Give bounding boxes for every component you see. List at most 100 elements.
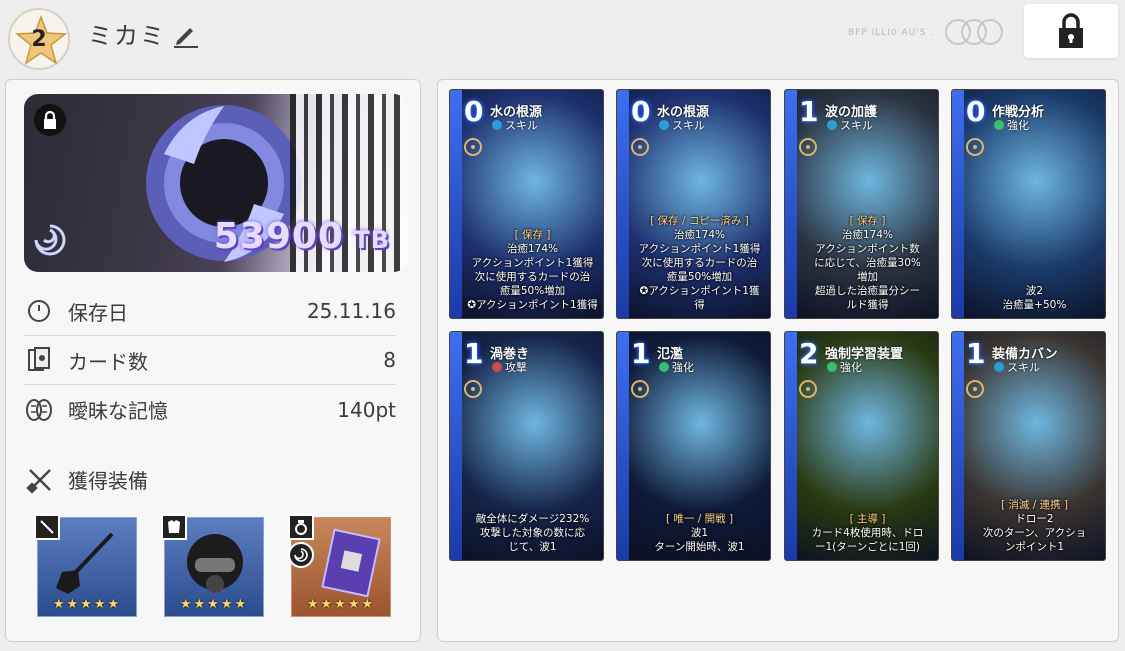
card-cost: 1 bbox=[631, 337, 651, 370]
lock-icon bbox=[1059, 13, 1083, 48]
stat-value: 140pt bbox=[337, 397, 396, 422]
card-effect-line: 治癒174% bbox=[673, 229, 726, 241]
equipment-slot-book[interactable]: ★★★★★ bbox=[288, 514, 391, 617]
edit-name-icon[interactable] bbox=[172, 20, 200, 48]
card-description: [ 主導 ] カード4枚使用時、ドロ ー1(ターンごとに1回) bbox=[797, 512, 938, 554]
deck-card[interactable]: 0 水の根源 スキル [ 保存 ] 治癒174% アクションポイント1獲得 次に使用… bbox=[449, 89, 604, 319]
card-description: [ 消滅 / 連携 ] ドロー2 次のターン、アクショ ンポイント1 bbox=[964, 498, 1105, 554]
card-effect-line: アクションポイント1獲得 bbox=[638, 243, 761, 255]
cost-bar bbox=[450, 332, 462, 560]
attack-icon bbox=[492, 362, 502, 372]
card-effect-line: ドロー2 bbox=[1015, 513, 1054, 525]
profile-banner: 53900 TB bbox=[24, 94, 408, 272]
card-keyword: [ 消滅 / 連携 ] bbox=[1000, 499, 1069, 511]
cost-bar bbox=[785, 90, 797, 318]
card-effect-line: 得 bbox=[694, 299, 705, 311]
target-icon bbox=[966, 138, 984, 156]
stat-label: 保存日 bbox=[68, 300, 128, 325]
card-effect-line: 敵全体にダメージ232% bbox=[475, 513, 590, 525]
card-description: 敵全体にダメージ232% 攻撃した対象の数に応 じて、波1 bbox=[462, 512, 603, 554]
stat-card-count: カード数 8 bbox=[24, 336, 396, 385]
lock-button[interactable] bbox=[1024, 4, 1118, 58]
deck-card[interactable]: 1 波の加護 スキル [ 保存 ] 治癒174% アクションポイント数 に応じて、治… bbox=[784, 89, 939, 319]
cost-bar bbox=[617, 332, 629, 560]
card-cost: 0 bbox=[631, 95, 651, 128]
card-description: 波2 治癒量+50% bbox=[964, 284, 1105, 312]
spiral-icon bbox=[34, 224, 66, 256]
skill-icon bbox=[827, 120, 837, 130]
shovel-icon bbox=[56, 532, 114, 594]
deck-card[interactable]: 0 水の根源 スキル [ 保存 / コピー済み ] 治癒174% アクションポイン… bbox=[616, 89, 771, 319]
stat-label: カード数 bbox=[68, 349, 148, 374]
equipment-heading: 獲得装備 bbox=[26, 465, 148, 494]
card-type: 強化 bbox=[994, 117, 1029, 133]
card-effect-line: 癒量50%増加 bbox=[499, 285, 566, 297]
deck-card[interactable]: 1 装備カバン スキル [ 消滅 / 連携 ] ドロー2 次のターン、アクショ ンポ… bbox=[951, 331, 1106, 561]
card-effect-line: 次のターン、アクショ bbox=[982, 527, 1087, 539]
card-effect-line: 次に使用するカードの治 bbox=[474, 271, 591, 283]
card-description: [ 保存 ] 治癒174% アクションポイント数 に応じて、治癒量30% 増加 超過した… bbox=[797, 214, 938, 312]
rings-icon bbox=[945, 19, 1003, 45]
card-effect-line: 治癒量+50% bbox=[1002, 299, 1067, 311]
equipment-title: 獲得装備 bbox=[68, 469, 148, 493]
target-icon bbox=[966, 380, 984, 398]
enhance-icon bbox=[994, 120, 1004, 130]
card-type: 強化 bbox=[659, 359, 694, 375]
stat-value: 8 bbox=[383, 348, 396, 372]
deck-card[interactable]: 1 渦巻き 攻撃 敵全体にダメージ232% 攻撃した対象の数に応 じて、波1 bbox=[449, 331, 604, 561]
card-effect-line: 次に使用するカードの治 bbox=[641, 257, 758, 269]
banner-lock-icon[interactable] bbox=[34, 104, 66, 136]
card-description: [ 唯一 / 開戦 ] 波1 ターン開始時、波1 bbox=[629, 512, 770, 554]
card-cost: 1 bbox=[966, 337, 986, 370]
enhance-icon bbox=[659, 362, 669, 372]
target-icon bbox=[799, 380, 817, 398]
target-icon bbox=[631, 380, 649, 398]
card-effect-line: 波1 bbox=[690, 527, 709, 539]
card-type: 強化 bbox=[827, 359, 862, 375]
banner-value: 53900 TB bbox=[213, 216, 390, 257]
card-effect-line: ー1(ターンごとに1回) bbox=[814, 541, 921, 553]
card-cost: 1 bbox=[799, 95, 819, 128]
deck-card[interactable]: 0 作戦分析 強化 波2 治癒量+50% bbox=[951, 89, 1106, 319]
card-effect-line: 癒量50%増加 bbox=[666, 271, 733, 283]
card-cost: 0 bbox=[966, 95, 986, 128]
card-effect-line: ンポイント1 bbox=[1004, 541, 1065, 553]
stat-value: 25.11.16 bbox=[306, 299, 396, 323]
card-effect-line: ターン開始時、波1 bbox=[654, 541, 745, 553]
card-effect-line: アクションポイント数 bbox=[815, 243, 920, 255]
stat-label: 曖昧な記憶 bbox=[68, 399, 168, 423]
cost-bar bbox=[450, 90, 462, 318]
card-keyword: [ 保存 / コピー済み ] bbox=[650, 215, 749, 227]
equipment-slot-shovel[interactable]: ★★★★★ bbox=[34, 514, 137, 617]
brain-icon bbox=[24, 398, 54, 422]
rarity-stars: ★★★★★ bbox=[179, 597, 249, 612]
card-description: [ 保存 ] 治癒174% アクションポイント1獲得 次に使用するカードの治 癒量50… bbox=[462, 228, 603, 312]
rarity-stars: ★★★★★ bbox=[306, 597, 376, 612]
player-name: ミカミ bbox=[88, 22, 166, 50]
rarity-stars: ★★★★★ bbox=[52, 597, 122, 612]
card-art bbox=[964, 130, 1105, 280]
card-keyword: [ 保存 ] bbox=[514, 229, 551, 241]
rank-number: 2 bbox=[31, 26, 47, 52]
stat-save-date: 保存日 25.11.16 bbox=[24, 287, 396, 336]
enhance-icon bbox=[827, 362, 837, 372]
stat-vague-memory: 曖昧な記憶 140pt bbox=[24, 385, 396, 434]
target-icon bbox=[799, 138, 817, 156]
card-effect-line: 増加 bbox=[857, 271, 878, 283]
card-art bbox=[797, 372, 938, 522]
card-effect-line: じて、波1 bbox=[508, 541, 557, 553]
card-effect-line: ✪アクションポイント1獲 bbox=[639, 285, 760, 297]
clock-icon bbox=[24, 299, 54, 323]
card-art bbox=[462, 372, 603, 522]
deck-card[interactable]: 1 氾濫 強化 [ 唯一 / 開戦 ] 波1 ターン開始時、波1 bbox=[616, 331, 771, 561]
card-type: 攻撃 bbox=[492, 359, 527, 375]
card-keyword: [ 唯一 / 開戦 ] bbox=[665, 513, 734, 525]
card-effect-line: ✪アクションポイント1獲得 bbox=[467, 299, 598, 311]
target-icon bbox=[631, 138, 649, 156]
deck-card[interactable]: 2 強制学習装置 強化 [ 主導 ] カード4枚使用時、ドロ ー1(ターンごとに1… bbox=[784, 331, 939, 561]
profile-panel: 53900 TB 保存日 25.11.16 カード数 8 曖昧な記憶 140pt bbox=[5, 79, 421, 642]
card-effect-line: アクションポイント1獲得 bbox=[471, 257, 594, 269]
equipment-slot-helmet[interactable]: ★★★★★ bbox=[161, 514, 264, 617]
card-effect-line: カード4枚使用時、ドロ bbox=[811, 527, 924, 539]
card-effect-line: ルド獲得 bbox=[846, 299, 889, 311]
